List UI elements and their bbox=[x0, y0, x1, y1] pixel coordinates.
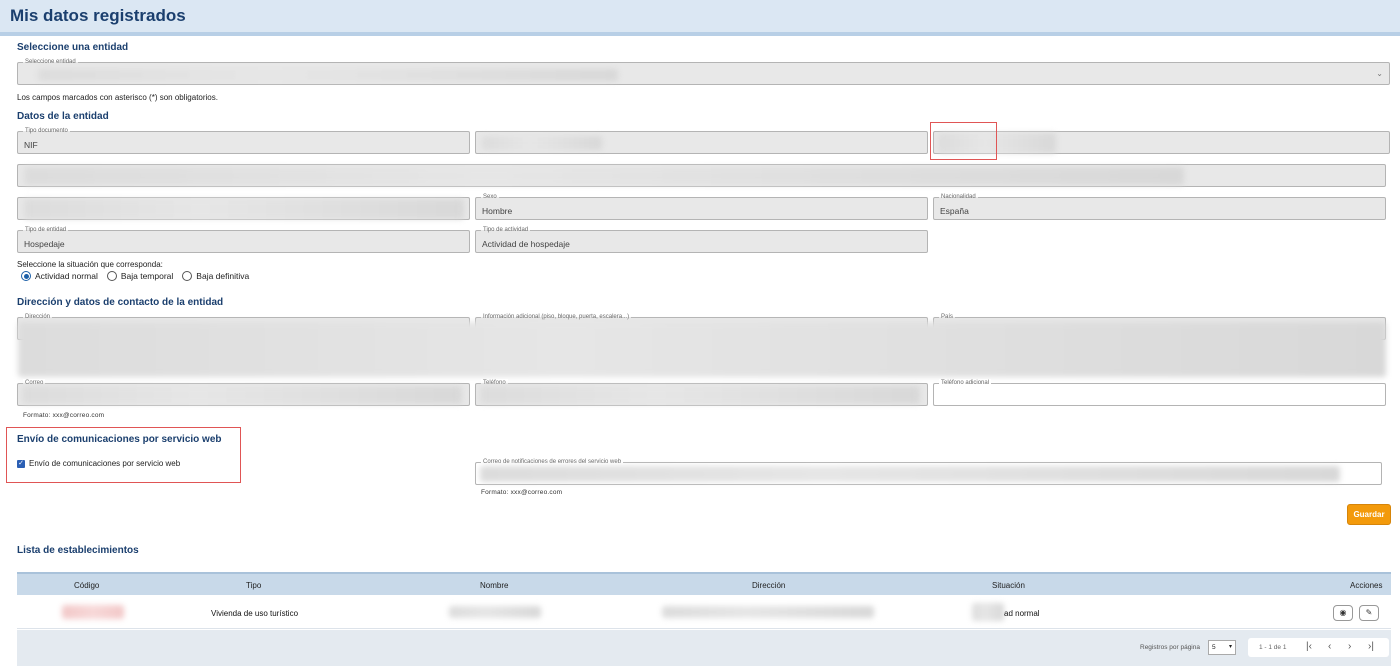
entity-select-label: Seleccione entidad bbox=[23, 58, 78, 66]
radio-label: Actividad normal bbox=[35, 271, 98, 281]
table-pager: Registros por página 5 ▾ 1 - 1 de 1 |‹ ‹… bbox=[17, 630, 1391, 666]
chevron-down-icon: ▾ bbox=[1228, 644, 1232, 650]
nationality-value: España bbox=[940, 206, 969, 216]
address-label: Dirección bbox=[23, 313, 53, 321]
chevron-down-icon: ⌄ bbox=[1376, 69, 1383, 78]
checkbox-checked-icon[interactable]: ✓ bbox=[17, 460, 25, 468]
extra-phone-field[interactable]: Teléfono adicional bbox=[933, 379, 1386, 406]
sex-label: Sexo bbox=[481, 193, 499, 201]
email-field[interactable]: Correo bbox=[17, 379, 470, 406]
radio-on-icon[interactable] bbox=[21, 271, 31, 281]
per-page-label: Registros por página bbox=[1140, 644, 1200, 651]
extra-info-label: Información adicional (piso, bloque, pue… bbox=[481, 313, 632, 321]
activity-type-label: Tipo de actividad bbox=[481, 226, 531, 234]
pager-controls: 1 - 1 de 1 |‹ ‹ › ›| bbox=[1248, 638, 1389, 657]
col-codigo[interactable]: Código bbox=[74, 581, 99, 590]
select-entity-title: Seleccione una entidad bbox=[17, 42, 129, 53]
required-note: Los campos marcados con asterisco (*) so… bbox=[17, 93, 218, 102]
nationality-label: Nacionalidad bbox=[939, 193, 978, 201]
redacted-direccion bbox=[662, 606, 874, 618]
error-email-label: Correo de notificaciones de errores del … bbox=[481, 458, 624, 466]
entity-type-value: Hospedaje bbox=[24, 239, 65, 249]
doc-type-value: NIF bbox=[24, 140, 38, 150]
radio-label: Baja temporal bbox=[120, 271, 174, 281]
webservice-checkbox-label: Envío de comunicaciones por servicio web bbox=[29, 459, 181, 468]
redacted-situacion-prefix bbox=[972, 603, 1004, 621]
redacted-doc-number bbox=[482, 136, 602, 150]
col-nombre[interactable]: Nombre bbox=[480, 581, 508, 590]
establishments-title: Lista de establecimientos bbox=[17, 545, 139, 556]
entity-type-field[interactable]: Tipo de entidad Hospedaje bbox=[17, 226, 470, 253]
save-button[interactable]: Guardar bbox=[1347, 504, 1391, 525]
extra-phone-label: Teléfono adicional bbox=[939, 379, 992, 387]
email-format-hint: Formato: xxx@correo.com bbox=[23, 412, 105, 419]
redacted-surnames bbox=[24, 167, 1184, 185]
redacted-entity bbox=[38, 69, 618, 81]
activity-type-value: Actividad de hospedaje bbox=[482, 239, 570, 249]
page-title: Mis datos registrados bbox=[10, 6, 186, 25]
per-page-select[interactable]: 5 ▾ bbox=[1208, 640, 1236, 655]
redacted-code bbox=[62, 605, 124, 619]
col-tipo[interactable]: Tipo bbox=[246, 581, 261, 590]
entity-type-label: Tipo de entidad bbox=[23, 226, 69, 234]
entity-name-field[interactable] bbox=[933, 131, 1390, 154]
phone-field[interactable]: Teléfono bbox=[475, 379, 928, 406]
redacted-phone bbox=[480, 386, 920, 404]
pencil-icon[interactable]: ✎ bbox=[1359, 605, 1379, 621]
col-situacion[interactable]: Situación bbox=[992, 581, 1025, 590]
page-header: Mis datos registrados bbox=[0, 0, 1400, 32]
col-direccion[interactable]: Dirección bbox=[752, 581, 785, 590]
sex-value: Hombre bbox=[482, 206, 513, 216]
radio-off-icon[interactable] bbox=[182, 271, 193, 281]
header-divider bbox=[0, 32, 1400, 36]
nationality-field[interactable]: Nacionalidad España bbox=[933, 193, 1386, 220]
table-header: Código Tipo Nombre Dirección Situación A… bbox=[17, 572, 1391, 595]
first-page-icon[interactable]: |‹ bbox=[1306, 641, 1312, 652]
table-row: Vivienda de uso turístico ad normal ◉ ✎ bbox=[17, 597, 1391, 629]
sex-field[interactable]: Sexo Hombre bbox=[475, 193, 928, 220]
redacted-address-block bbox=[18, 322, 1386, 377]
situation-prompt: Seleccione la situación que corresponda: bbox=[17, 260, 163, 269]
highlight-box bbox=[930, 122, 997, 160]
per-page-value: 5 bbox=[1212, 644, 1216, 651]
entity-data-title: Datos de la entidad bbox=[17, 111, 109, 122]
pager-range: 1 - 1 de 1 bbox=[1259, 644, 1287, 651]
prev-page-icon[interactable]: ‹ bbox=[1328, 641, 1331, 652]
last-page-icon[interactable]: ›| bbox=[1368, 641, 1374, 652]
eye-icon[interactable]: ◉ bbox=[1333, 605, 1353, 621]
situation-radio-group: Actividad normal Baja temporal Baja defi… bbox=[21, 271, 253, 281]
col-acciones: Acciones bbox=[1350, 581, 1383, 590]
error-email-field[interactable]: Correo de notificaciones de errores del … bbox=[475, 458, 1382, 485]
establishments-table: Código Tipo Nombre Dirección Situación A… bbox=[17, 572, 1391, 666]
redacted-error-email bbox=[480, 466, 1340, 482]
radio-off-icon[interactable] bbox=[106, 271, 117, 281]
redacted-email bbox=[22, 386, 462, 404]
entity-select[interactable]: Seleccione entidad ⌄ bbox=[17, 58, 1390, 85]
doc-number-field[interactable] bbox=[475, 131, 928, 154]
doc-type-label: Tipo documento bbox=[23, 127, 70, 135]
row-situacion: ad normal bbox=[1004, 609, 1040, 618]
error-email-format-hint: Formato: xxx@correo.com bbox=[481, 489, 563, 496]
radio-baja-temporal[interactable]: Baja temporal bbox=[106, 271, 174, 281]
radio-label: Baja definitiva bbox=[196, 271, 250, 281]
birthdate-field[interactable] bbox=[17, 197, 470, 220]
radio-baja-definitiva[interactable]: Baja definitiva bbox=[182, 271, 249, 281]
surnames-row[interactable] bbox=[17, 164, 1386, 187]
country-label: País bbox=[939, 313, 956, 321]
doc-type-field[interactable]: Tipo documento NIF bbox=[17, 127, 470, 154]
webservice-title: Envío de comunicaciones por servicio web bbox=[17, 434, 222, 445]
radio-actividad-normal[interactable]: Actividad normal bbox=[21, 271, 98, 281]
activity-type-field[interactable]: Tipo de actividad Actividad de hospedaje bbox=[475, 226, 928, 253]
row-tipo: Vivienda de uso turístico bbox=[211, 609, 299, 618]
contact-title: Dirección y datos de contacto de la enti… bbox=[17, 297, 224, 308]
next-page-icon[interactable]: › bbox=[1348, 641, 1351, 652]
redacted-nombre bbox=[449, 606, 541, 618]
redacted-birthdate bbox=[24, 199, 464, 219]
